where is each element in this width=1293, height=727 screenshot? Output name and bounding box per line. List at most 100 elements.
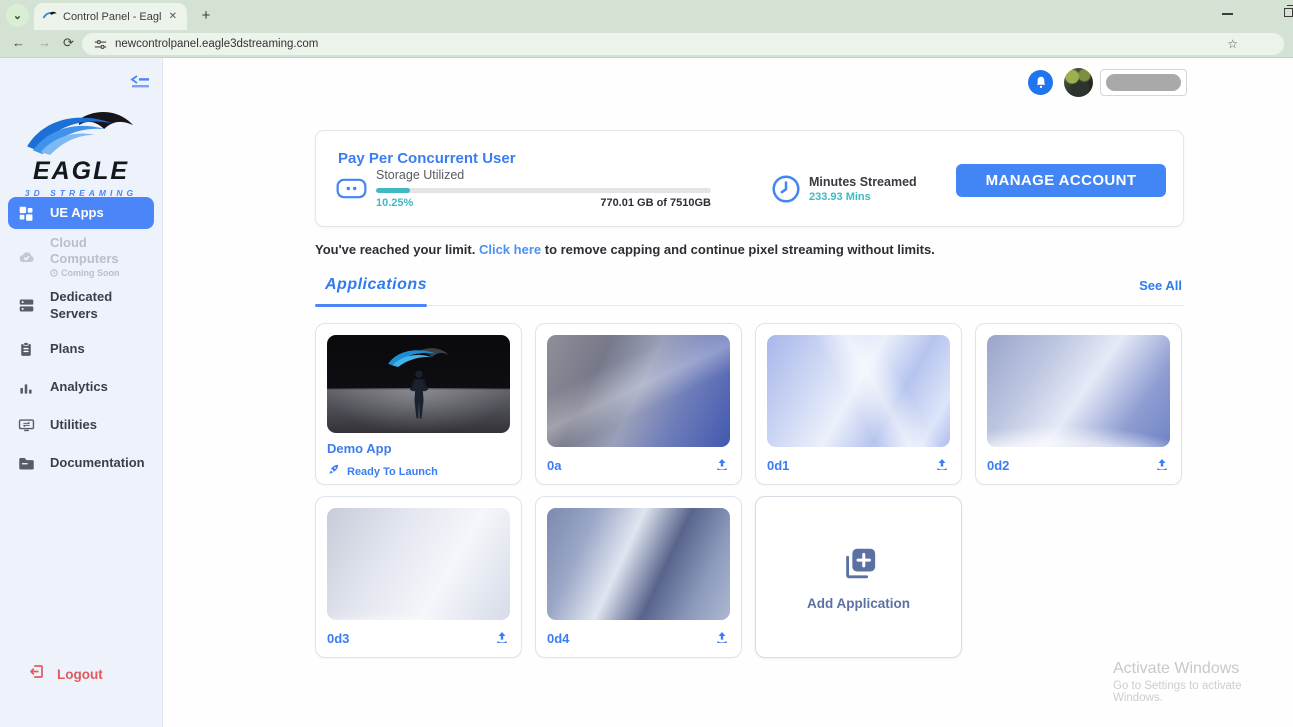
user-avatar[interactable] — [1064, 68, 1093, 97]
brand-logo: EAGLE 3D STREAMING — [0, 104, 162, 198]
sidebar-item-documentation[interactable]: Documentation — [0, 448, 162, 480]
window-minimize-button[interactable] — [1222, 13, 1233, 15]
site-settings-icon[interactable] — [94, 38, 107, 51]
coming-soon-badge: Coming Soon — [50, 268, 150, 278]
window-restore-button[interactable] — [1284, 5, 1293, 17]
browser-tab[interactable]: Control Panel - Eagle ✕ — [34, 3, 187, 30]
eagle-logo-icon — [27, 111, 133, 156]
sidebar-item-label: Analytics — [50, 379, 108, 395]
limit-notice: You've reached your limit. Click here to… — [315, 242, 935, 257]
limit-notice-prefix: You've reached your limit. — [315, 242, 479, 257]
clipboard-icon — [16, 341, 36, 358]
storage-progress-fill — [376, 188, 411, 193]
add-application-icon — [840, 544, 878, 587]
sidebar-item-cloud-computers[interactable]: Cloud Computers Coming Soon — [0, 235, 162, 278]
applications-title: Applications — [325, 276, 428, 293]
click-here-link[interactable]: Click here — [479, 242, 541, 257]
applications-header: Applications See All — [315, 274, 1184, 307]
sidebar-item-ue-apps[interactable]: UE Apps — [8, 197, 154, 229]
notifications-button[interactable] — [1028, 70, 1053, 95]
logout-icon — [28, 663, 45, 685]
sidebar-item-label: Cloud Computers — [50, 235, 119, 267]
app-thumbnail — [327, 508, 510, 620]
upload-icon[interactable] — [714, 630, 730, 646]
sidebar-item-plans[interactable]: Plans — [0, 334, 162, 366]
sidebar-item-label: UE Apps — [50, 204, 104, 220]
app-card-demo[interactable]: Demo App Ready To Launch — [315, 323, 522, 485]
upload-icon[interactable] — [1154, 457, 1170, 473]
app-card-0a[interactable]: 0a — [535, 323, 742, 485]
app-thumbnail — [767, 335, 950, 447]
new-tab-button[interactable]: + — [196, 5, 216, 25]
watermark-subtitle: Go to Settings to activate Windows. — [1113, 680, 1242, 704]
storage-progress-bar — [376, 188, 711, 193]
storage-amount: 770.01 GB of 7510GB — [600, 197, 711, 209]
sidebar-item-label: Plans — [50, 341, 85, 357]
upload-icon[interactable] — [494, 630, 510, 646]
sidebar-item-dedicated-servers[interactable]: Dedicated Servers — [0, 284, 162, 328]
app-card-0d2[interactable]: 0d2 — [975, 323, 1182, 485]
app-status-text: Ready To Launch — [347, 466, 438, 478]
browser-tab-strip: ⌄ Control Panel - Eagle ✕ + — [0, 0, 1293, 30]
app-name: 0d3 — [327, 630, 350, 646]
username-redacted — [1106, 74, 1181, 91]
logout-button[interactable]: Logout — [28, 663, 103, 685]
bookmark-star-icon[interactable]: ☆ — [1227, 37, 1238, 51]
add-application-card[interactable]: Add Application — [755, 496, 962, 658]
app-thumbnail — [547, 335, 730, 447]
sidebar: EAGLE 3D STREAMING UE Apps Cloud Compute… — [0, 58, 163, 727]
sidebar-nav: UE Apps Cloud Computers Coming Soon Dedi… — [0, 197, 162, 486]
grid-icon — [16, 205, 36, 222]
tab-close-icon[interactable]: ✕ — [167, 11, 179, 22]
app-card-0d3[interactable]: 0d3 — [315, 496, 522, 658]
back-icon[interactable]: ← — [12, 35, 25, 50]
app-card-0d1[interactable]: 0d1 — [755, 323, 962, 485]
storage-icon — [336, 178, 367, 204]
clock-small-icon — [50, 268, 58, 277]
limit-notice-suffix: to remove capping and continue pixel str… — [541, 242, 935, 257]
tab-search-button[interactable]: ⌄ — [6, 4, 29, 27]
bar-chart-icon — [16, 380, 36, 396]
sidebar-item-label: Documentation — [50, 455, 145, 471]
servers-icon — [16, 297, 36, 314]
app-card-0d4[interactable]: 0d4 — [535, 496, 742, 658]
rocket-icon — [327, 463, 340, 481]
app-name: 0d1 — [767, 457, 790, 473]
sidebar-item-utilities[interactable]: Utilities — [0, 410, 162, 442]
app-name: 0d2 — [987, 457, 1010, 473]
see-all-link[interactable]: See All — [1139, 278, 1182, 293]
app-thumbnail — [327, 335, 510, 433]
app-name: 0d4 — [547, 630, 570, 646]
folder-icon — [16, 456, 36, 471]
username-box[interactable] — [1100, 69, 1187, 96]
url-text: newcontrolpanel.eagle3dstreaming.com — [115, 38, 319, 50]
applications-title-underline — [315, 304, 427, 307]
upload-icon[interactable] — [934, 457, 950, 473]
app-name: 0a — [547, 457, 562, 473]
app-name: Demo App — [327, 441, 392, 456]
app-thumbnail — [987, 335, 1170, 447]
app-status: Ready To Launch — [327, 463, 510, 481]
storage-label: Storage Utilized — [376, 168, 465, 182]
applications-grid: Demo App Ready To Launch 0a 0d1 0d2 0d3 … — [315, 323, 1184, 658]
bell-icon — [1036, 76, 1045, 89]
sidebar-collapse-icon[interactable] — [129, 74, 149, 90]
utilities-icon — [16, 418, 36, 433]
activate-windows-watermark: Activate Windows Go to Settings to activ… — [1113, 660, 1293, 704]
reload-icon[interactable]: ⟳ — [63, 35, 74, 51]
minutes-streamed-value: 233.93 Mins — [809, 191, 871, 203]
manage-account-button[interactable]: MANAGE ACCOUNT — [956, 164, 1166, 197]
forward-icon[interactable]: → — [38, 35, 51, 50]
sidebar-item-analytics[interactable]: Analytics — [0, 372, 162, 404]
browser-url-bar: ← → ⟳ newcontrolpanel.eagle3dstreaming.c… — [0, 30, 1293, 78]
logout-label: Logout — [57, 666, 103, 682]
add-application-label: Add Application — [807, 595, 910, 611]
upload-icon[interactable] — [714, 457, 730, 473]
cloud-icon — [16, 249, 36, 264]
app-thumbnail — [547, 508, 730, 620]
address-bar[interactable]: newcontrolpanel.eagle3dstreaming.com ☆ — [82, 33, 1284, 55]
clock-icon — [771, 174, 801, 209]
tab-title: Control Panel - Eagle — [63, 10, 161, 23]
site-favicon-icon — [42, 8, 57, 26]
thumb-eagle-logo-icon — [386, 345, 452, 372]
